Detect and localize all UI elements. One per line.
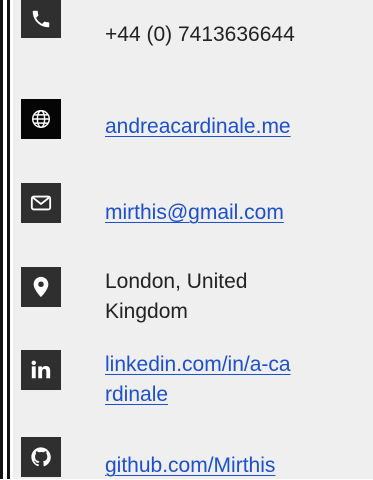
location-line-2: Kingdom bbox=[105, 300, 188, 323]
website-link[interactable]: andreacardinale.me bbox=[105, 113, 291, 141]
contact-list bbox=[13, 0, 373, 479]
linkedin-icon bbox=[21, 350, 61, 390]
phone-number: +44 (0) 7413636644 bbox=[105, 23, 295, 46]
left-border-line-inner bbox=[7, 0, 10, 479]
linkedin-link-line-1[interactable]: linkedin.com/in/a-ca bbox=[105, 351, 291, 379]
location-pin-icon bbox=[21, 267, 61, 307]
location-line-1: London, United bbox=[105, 270, 248, 293]
github-link[interactable]: github.com/Mirthis bbox=[105, 452, 275, 480]
email-link[interactable]: mirthis@gmail.com bbox=[105, 199, 284, 227]
phone-icon bbox=[21, 0, 61, 38]
github-icon bbox=[21, 437, 61, 477]
linkedin-link-line-2[interactable]: rdinale bbox=[105, 381, 168, 409]
left-border-line bbox=[0, 0, 3, 479]
mail-icon bbox=[21, 183, 61, 223]
globe-icon bbox=[21, 99, 61, 139]
contact-panel: +44 (0) 7413636644 andreacardinale.me mi… bbox=[0, 0, 373, 479]
